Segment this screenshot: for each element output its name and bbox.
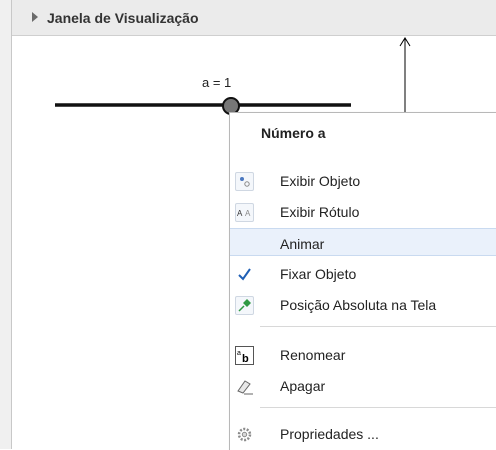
menu-item-label: Exibir Rótulo: [280, 204, 360, 220]
menu-item-fix-object[interactable]: Fixar Objeto: [230, 260, 496, 288]
menu-separator: [260, 407, 496, 408]
menu-item-label: Animar: [280, 236, 325, 252]
slider-label[interactable]: a = 1: [202, 75, 231, 90]
menu-item-label: Exibir Objeto: [280, 173, 361, 189]
graphics-view-title: Janela de Visualização: [47, 10, 199, 26]
window-left-border: [0, 0, 12, 449]
menu-item-label: Apagar: [280, 378, 326, 394]
menu-item-label: Propriedades ...: [280, 426, 379, 442]
menu-separator: [260, 326, 496, 327]
menu-item-absolute-position[interactable]: Posição Absoluta na Tela: [230, 291, 496, 319]
menu-item-delete[interactable]: Apagar: [230, 372, 496, 400]
pin-icon: [235, 296, 254, 315]
menu-item-show-object[interactable]: Exibir Objeto: [230, 167, 496, 195]
menu-item-label: Fixar Objeto: [280, 266, 357, 282]
checkmark-icon: [235, 265, 254, 284]
svg-text:A: A: [237, 209, 243, 218]
show-label-icon: AA: [235, 203, 254, 222]
gear-icon: [235, 425, 254, 444]
svg-text:A: A: [245, 209, 251, 218]
eraser-icon: [235, 377, 254, 396]
menu-item-animate[interactable]: Animar: [230, 228, 496, 256]
menu-item-label: Renomear: [280, 347, 346, 363]
svg-text:a: a: [237, 350, 241, 357]
context-menu-header: Número a: [230, 113, 496, 153]
rename-icon: ab: [235, 346, 254, 365]
svg-text:b: b: [242, 353, 249, 364]
context-menu: Número a Exibir Objeto AA Exibir Rótulo …: [229, 112, 496, 450]
context-menu-title: Número a: [261, 125, 326, 141]
collapse-arrow-icon[interactable]: [32, 12, 38, 22]
menu-item-label: Posição Absoluta na Tela: [280, 297, 437, 313]
show-object-icon: [235, 172, 254, 191]
menu-item-show-label[interactable]: AA Exibir Rótulo: [230, 198, 496, 226]
menu-item-properties[interactable]: Propriedades ...: [230, 420, 496, 448]
graphics-view-titlebar[interactable]: Janela de Visualização: [12, 0, 496, 36]
menu-item-rename[interactable]: ab Renomear: [230, 341, 496, 369]
